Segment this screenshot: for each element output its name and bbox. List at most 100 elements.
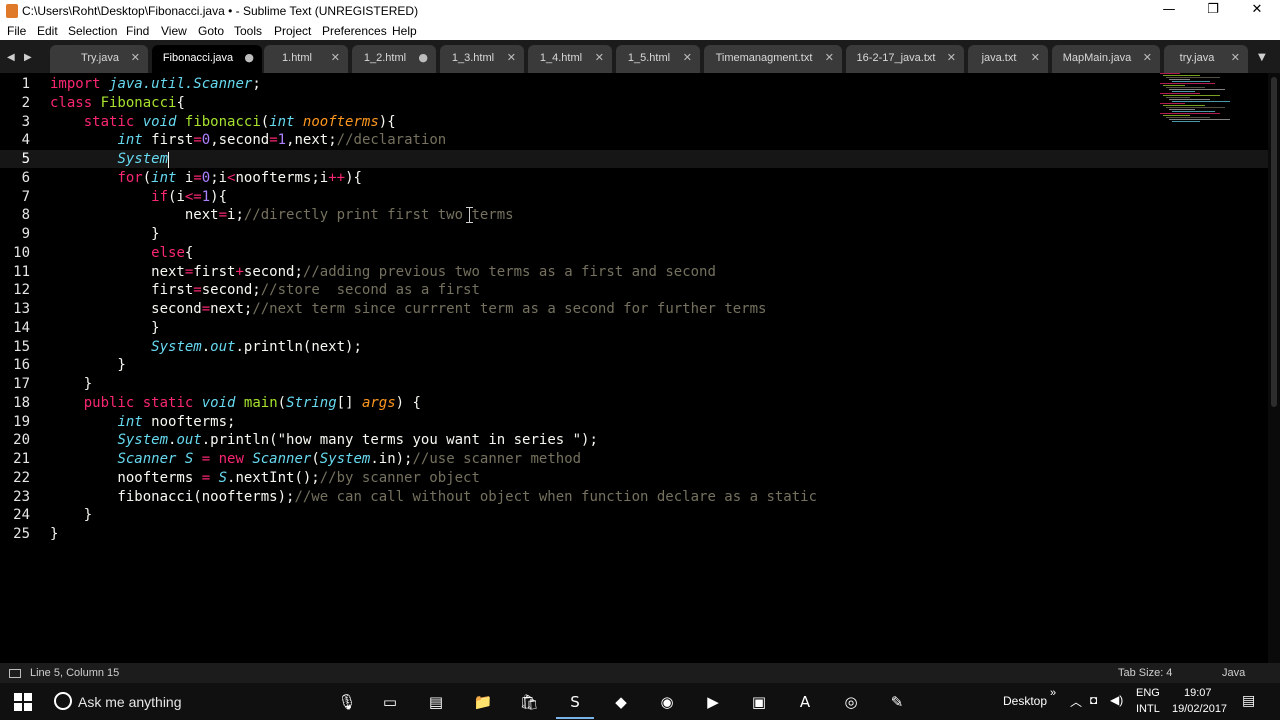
code-line[interactable]: System [50, 150, 168, 168]
minimap[interactable] [1150, 73, 1240, 133]
tab-try-java-lower[interactable]: try.java ✕ [1164, 45, 1248, 73]
code-line[interactable]: second=next;//next term since currrent t… [50, 300, 766, 318]
minimap-line [1166, 117, 1210, 118]
chrome-icon[interactable]: ◉ [654, 689, 680, 715]
acrobat-icon[interactable]: A [792, 689, 818, 715]
menu-tools[interactable]: Tools [234, 24, 262, 38]
code-line[interactable]: if(i<=1){ [50, 188, 227, 206]
tab-1-5-html[interactable]: 1_5.html ✕ [616, 45, 700, 73]
file-explorer-icon[interactable]: 📁 [470, 689, 496, 715]
menu-help[interactable]: Help [392, 24, 417, 38]
tab-1-4-html[interactable]: 1_4.html ✕ [528, 45, 612, 73]
code-line[interactable]: public static void main(String[] args) { [50, 394, 421, 412]
menu-preferences[interactable]: Preferences [322, 24, 387, 38]
windows-start-icon[interactable] [10, 689, 36, 715]
app-icon-orange[interactable]: ◎ [838, 689, 864, 715]
tab-dirty-indicator-icon[interactable]: ● [244, 51, 254, 64]
tab-close-icon[interactable]: ✕ [1143, 51, 1152, 64]
tab-1-html[interactable]: 1.html ✕ [264, 45, 348, 73]
scrollbar-thumb[interactable] [1271, 77, 1277, 407]
menu-file[interactable]: File [7, 24, 26, 38]
media-player-icon[interactable]: ▶ [700, 689, 726, 715]
code-line[interactable]: first=second;//store second as a first [50, 281, 480, 299]
tab-close-icon[interactable]: ✕ [825, 51, 834, 64]
code-line[interactable]: Scanner S = new Scanner(System.in);//use… [50, 450, 581, 468]
tab-1-2-html[interactable]: 1_2.html ● [352, 45, 436, 73]
command-prompt-icon[interactable]: ▤ [423, 689, 449, 715]
minimize-button[interactable]: — [1146, 0, 1192, 22]
code-line[interactable]: System.out.println("how many terms you w… [50, 431, 597, 449]
tab-16-2-17-java-txt[interactable]: 16-2-17_java.txt ✕ [846, 45, 964, 73]
tab-scroll-left-icon[interactable]: ◀ [7, 52, 15, 63]
tray-app-icon[interactable]: ◘ [1090, 693, 1097, 707]
close-button[interactable]: ✕ [1234, 0, 1280, 22]
app-icon-notes[interactable]: ✎ [884, 689, 910, 715]
tab-close-icon[interactable]: ✕ [595, 51, 604, 64]
code-line[interactable]: } [50, 356, 125, 374]
tab-close-icon[interactable]: ✕ [1031, 51, 1040, 64]
code-line[interactable]: int noofterms; [50, 413, 235, 431]
volume-icon[interactable]: ◀) [1110, 693, 1123, 707]
minimap-line [1172, 101, 1230, 102]
tab-close-icon[interactable]: ✕ [331, 51, 340, 64]
tab-size[interactable]: Tab Size: 4 [1118, 667, 1172, 679]
app-icon-blue[interactable]: ◆ [608, 689, 634, 715]
tab-java-txt[interactable]: java.txt ✕ [968, 45, 1048, 73]
code-line[interactable]: System.out.println(next); [50, 338, 362, 356]
tab-close-icon[interactable]: ✕ [1231, 51, 1240, 64]
toolbar-expand-icon[interactable]: » [1050, 687, 1056, 699]
line-number: 4 [21, 132, 30, 149]
language-code[interactable]: ENG [1136, 687, 1160, 699]
code-line[interactable]: } [50, 319, 159, 337]
tab-close-icon[interactable]: ✕ [947, 51, 956, 64]
code-line[interactable]: import java.util.Scanner; [50, 75, 261, 93]
store-icon[interactable]: 🛍 [516, 689, 542, 715]
code-line[interactable]: noofterms = S.nextInt();//by scanner obj… [50, 469, 479, 487]
menu-project[interactable]: Project [274, 24, 311, 38]
tab-close-icon[interactable]: ✕ [131, 51, 140, 64]
menu-view[interactable]: View [161, 24, 187, 38]
code-editor[interactable]: 1 2 3 4 5 6 7 8 9 10 11 12 13 14 15 16 17 18 19 20 21 22 23 24 2… [0, 73, 1280, 663]
restore-button[interactable]: ❐ [1190, 0, 1236, 22]
syntax-mode[interactable]: Java [1222, 667, 1245, 679]
menu-selection[interactable]: Selection [68, 24, 117, 38]
vertical-scrollbar[interactable] [1268, 73, 1280, 663]
code-line[interactable]: } [50, 225, 159, 243]
microphone-icon[interactable]: 🎙 [334, 689, 360, 715]
tab-fibonacci-java[interactable]: Fibonacci.java ● [152, 45, 262, 73]
tab-try-java[interactable]: Try.java ✕ [70, 45, 148, 73]
tab-close-icon[interactable]: ✕ [683, 51, 692, 64]
tab-mapmain-java[interactable]: MapMain.java ✕ [1052, 45, 1160, 73]
action-center-icon[interactable]: ▤ [1242, 692, 1255, 709]
code-line[interactable]: fibonacci(noofterms);//we can call witho… [50, 488, 817, 506]
code-line[interactable]: next=i;//directly print first two terms [50, 206, 514, 224]
desktop-toolbar-label[interactable]: Desktop [1003, 694, 1047, 708]
keyboard-layout[interactable]: INTL [1136, 703, 1160, 715]
menu-goto[interactable]: Goto [198, 24, 224, 38]
panel-toggle-icon[interactable] [9, 669, 21, 678]
clock-time[interactable]: 19:07 [1184, 687, 1212, 699]
task-view-icon[interactable]: ▭ [377, 689, 403, 715]
tab-scroll-right-icon[interactable]: ▶ [24, 52, 32, 63]
menu-find[interactable]: Find [126, 24, 149, 38]
code-line[interactable]: } [50, 525, 58, 543]
tab-timemanagment-txt[interactable]: Timemanagment.txt ✕ [704, 45, 842, 73]
tab-close-icon[interactable]: ✕ [507, 51, 516, 64]
code-line[interactable]: class Fibonacci{ [50, 94, 185, 112]
sublime-text-icon[interactable]: S [562, 689, 588, 715]
code-line[interactable]: static void fibonacci(int noofterms){ [50, 113, 396, 131]
tab-list-dropdown-icon[interactable]: ▼ [1258, 52, 1266, 63]
tray-expand-icon[interactable]: ︿ [1070, 693, 1082, 710]
tab-1-3-html[interactable]: 1_3.html ✕ [440, 45, 524, 73]
code-line[interactable]: for(int i=0;i<noofterms;i++){ [50, 169, 362, 187]
tab-dirty-indicator-icon[interactable]: ● [418, 51, 428, 64]
cortana-search[interactable]: Ask me anything 🎙 [48, 683, 357, 720]
code-line[interactable]: } [50, 375, 92, 393]
clock-date[interactable]: 19/02/2017 [1172, 703, 1227, 715]
code-line[interactable]: else{ [50, 244, 193, 262]
code-line[interactable]: } [50, 506, 92, 524]
menu-edit[interactable]: Edit [37, 24, 58, 38]
code-line[interactable]: next=first+second;//adding previous two … [50, 263, 716, 281]
app-icon-window[interactable]: ▣ [746, 689, 772, 715]
code-line[interactable]: int first=0,second=1,next;//declaration [50, 131, 446, 149]
